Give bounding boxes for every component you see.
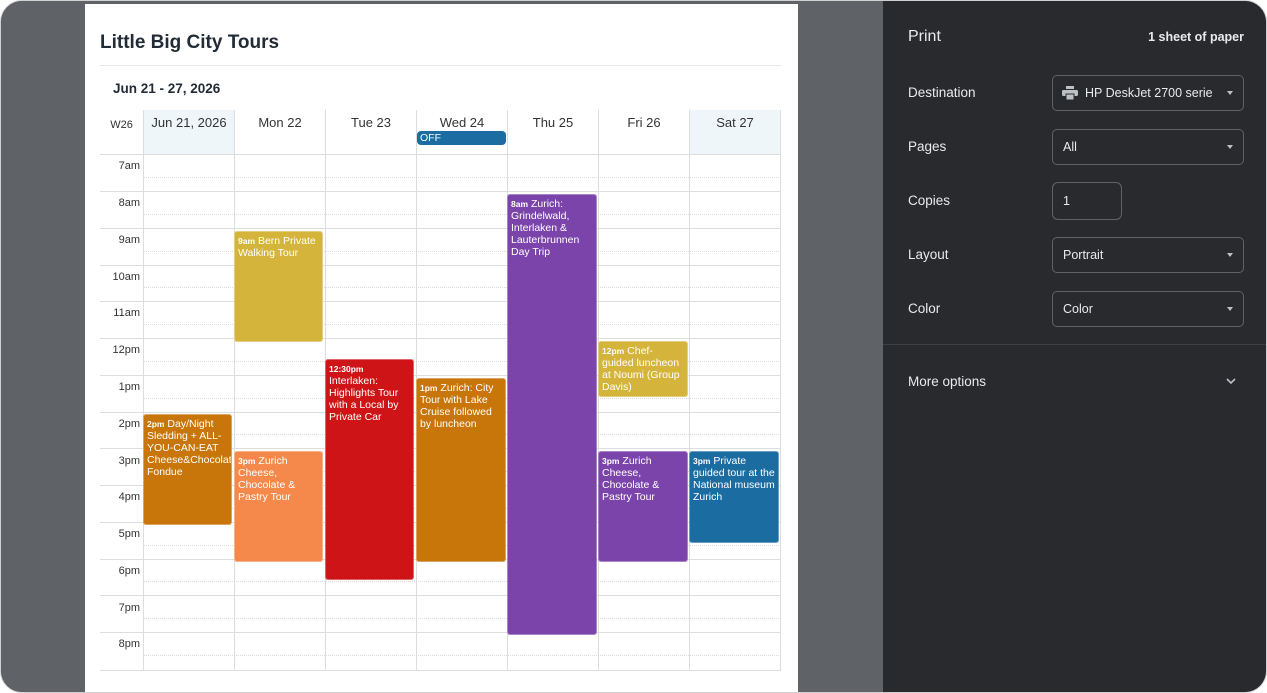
- dropdown-arrow-icon: [1227, 91, 1233, 95]
- event-title: Interlaken: Highlights Tour with a Local…: [329, 375, 399, 423]
- color-value: Color: [1063, 302, 1093, 316]
- event-interlaken-highlights[interactable]: 12:30pm Interlaken: Highlights Tour with…: [325, 359, 414, 580]
- chevron-down-icon[interactable]: [1224, 374, 1238, 388]
- copies-label: Copies: [908, 193, 951, 208]
- more-options-toggle[interactable]: More options: [908, 374, 986, 389]
- hour-label: 3pm: [118, 455, 140, 467]
- event-time: 3pm: [693, 456, 711, 466]
- pages-value: All: [1063, 140, 1077, 154]
- event-national-museum-tour[interactable]: 3pm Private guided tour at the National …: [689, 451, 779, 543]
- color-select[interactable]: Color: [1052, 291, 1244, 327]
- half-hour-line: [143, 214, 781, 215]
- hour-label: 1pm: [118, 381, 140, 393]
- hour-label: 6pm: [118, 565, 140, 577]
- week-number: W26: [110, 119, 133, 131]
- hour-label: 8pm: [118, 638, 140, 650]
- hour-label: 9am: [118, 234, 140, 246]
- event-zurich-cheese-tour-fri[interactable]: 3pm Zurich Cheese, Chocolate & Pastry To…: [598, 451, 688, 562]
- settings-divider: [883, 344, 1266, 345]
- dropdown-arrow-icon: [1227, 253, 1233, 257]
- event-bern-walking-tour[interactable]: 9am Bern Private Walking Tour: [234, 231, 323, 342]
- event-time: 2pm: [147, 419, 165, 429]
- event-time: 3pm: [238, 456, 256, 466]
- event-time: 3pm: [602, 456, 620, 466]
- half-hour-line: [143, 655, 781, 656]
- event-time: 1pm: [420, 383, 438, 393]
- column-line: [598, 154, 599, 671]
- hour-line: [100, 265, 781, 266]
- day-header-tue: Tue 23: [325, 110, 416, 154]
- event-time: 12pm: [602, 346, 625, 356]
- grid-bottom-line: [100, 670, 781, 671]
- window: Little Big City Tours Jun 21 - 27, 2026 …: [0, 0, 1267, 693]
- print-settings-panel: Print 1 sheet of paper Destination HP De…: [883, 1, 1266, 692]
- layout-label: Layout: [908, 247, 949, 262]
- hour-line: [100, 595, 781, 596]
- date-range: Jun 21 - 27, 2026: [113, 81, 221, 96]
- hour-line: [100, 154, 781, 155]
- hour-label: 7am: [118, 160, 140, 172]
- copies-input[interactable]: 1: [1052, 182, 1122, 220]
- event-time: 8am: [511, 199, 529, 209]
- title-divider: [100, 65, 781, 66]
- hour-label: 11am: [113, 307, 140, 319]
- printer-icon: [1062, 86, 1078, 100]
- pages-select[interactable]: All: [1052, 129, 1244, 165]
- day-header-sat: Sat 27: [689, 110, 781, 154]
- color-label: Color: [908, 301, 941, 316]
- half-hour-line: [143, 581, 781, 582]
- print-title: Print: [908, 28, 941, 45]
- calendar-title: Little Big City Tours: [100, 32, 280, 53]
- hour-label: 5pm: [118, 528, 140, 540]
- column-line: [689, 154, 690, 671]
- half-hour-line: [143, 618, 781, 619]
- hour-line: [100, 228, 781, 229]
- event-zurich-cheese-tour-mon[interactable]: 3pm Zurich Cheese, Chocolate & Pastry To…: [234, 451, 323, 562]
- destination-label: Destination: [908, 85, 976, 100]
- hour-label: 2pm: [118, 418, 140, 430]
- layout-select[interactable]: Portrait: [1052, 237, 1244, 273]
- hour-label: 8am: [118, 197, 140, 209]
- sheet-count: 1 sheet of paper: [1148, 30, 1244, 44]
- destination-select[interactable]: HP DeskJet 2700 serie: [1052, 75, 1244, 111]
- dropdown-arrow-icon: [1227, 145, 1233, 149]
- hour-label: 4pm: [118, 491, 140, 503]
- hour-label: 10am: [112, 271, 140, 283]
- half-hour-line: [143, 177, 781, 178]
- event-time: 9am: [238, 236, 256, 246]
- hour-line: [100, 632, 781, 633]
- hour-line: [100, 301, 781, 302]
- column-line: [143, 154, 144, 671]
- hour-line: [100, 191, 781, 192]
- layout-value: Portrait: [1063, 248, 1104, 262]
- day-header-thu: Thu 25: [507, 110, 598, 154]
- event-zurich-city-tour[interactable]: 1pm Zurich: City Tour with Lake Cruise f…: [416, 378, 506, 562]
- day-header-fri: Fri 26: [598, 110, 689, 154]
- print-preview: Little Big City Tours Jun 21 - 27, 2026 …: [1, 1, 883, 692]
- preview-page: Little Big City Tours Jun 21 - 27, 2026 …: [85, 4, 798, 692]
- day-header-sun: Jun 21, 2026: [143, 110, 234, 154]
- dropdown-arrow-icon: [1227, 307, 1233, 311]
- hour-line: [100, 338, 781, 339]
- destination-value: HP DeskJet 2700 serie: [1085, 86, 1213, 100]
- pages-label: Pages: [908, 139, 947, 154]
- event-sledding-fondue[interactable]: 2pm Day/Night Sledding + ALL-YOU-CAN-EAT…: [143, 414, 232, 525]
- hour-label: 7pm: [118, 602, 140, 614]
- event-chef-luncheon[interactable]: 12pm Chef-guided luncheon at Noumi (Grou…: [598, 341, 688, 397]
- all-day-event-off[interactable]: OFF: [417, 131, 506, 145]
- day-header-mon: Mon 22: [234, 110, 325, 154]
- hour-label: 12pm: [112, 344, 140, 356]
- column-line: [780, 154, 781, 671]
- event-grindelwald-day-trip[interactable]: 8am Zurich: Grindelwald, Interlaken & La…: [507, 194, 597, 635]
- week-grid: W26 Jun 21, 2026 Mon 22 Tue 23 Wed 24 Th…: [100, 110, 781, 671]
- event-time: 12:30pm: [329, 364, 364, 374]
